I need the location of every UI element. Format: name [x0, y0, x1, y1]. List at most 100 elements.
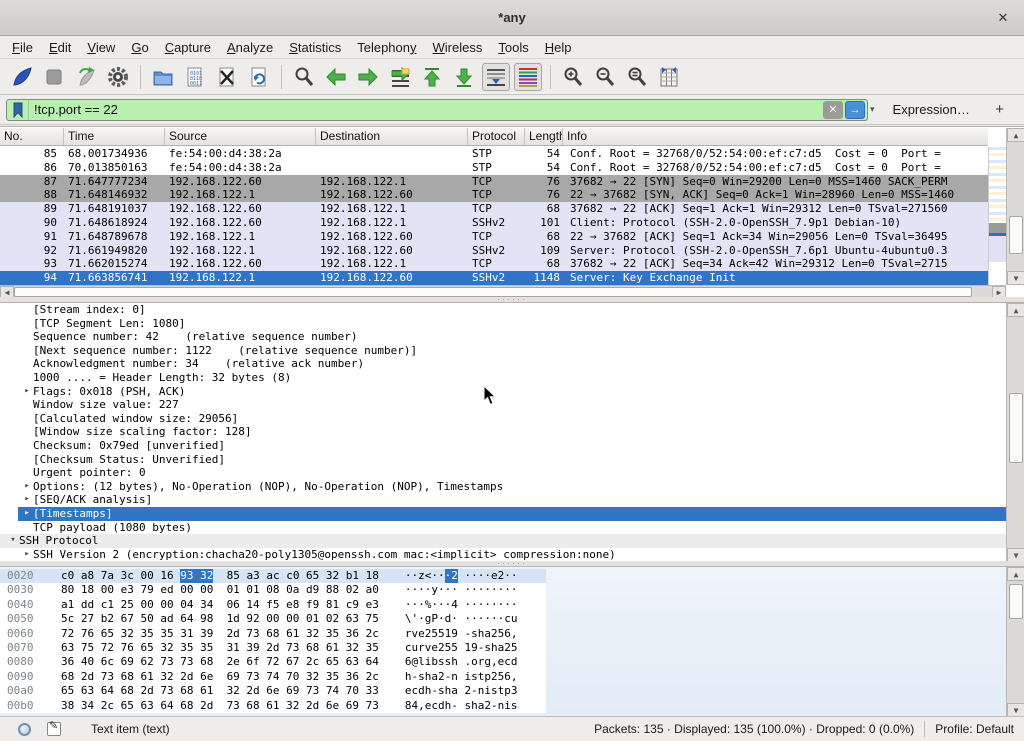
filter-bookmark-icon[interactable] — [7, 100, 29, 120]
menu-telephony[interactable]: Telephony — [349, 38, 424, 57]
expand-arrow-icon[interactable] — [21, 398, 33, 412]
expand-arrow-icon[interactable] — [21, 317, 33, 331]
detail-line[interactable]: [Calculated window size: 29056] — [0, 412, 1024, 426]
expand-arrow-icon[interactable] — [21, 425, 33, 439]
packet-row-87[interactable]: 8771.647777234192.168.122.60192.168.122.… — [0, 175, 988, 189]
column-header-time[interactable]: Time — [64, 128, 165, 145]
scroll-thumb[interactable] — [14, 287, 972, 297]
expand-arrow-icon[interactable] — [21, 439, 33, 453]
column-header-destination[interactable]: Destination — [316, 128, 468, 145]
profile-status[interactable]: Profile: Default — [935, 722, 1014, 736]
packet-list-vscrollbar[interactable]: ▲ ▼ — [1006, 128, 1024, 285]
scroll-down-icon[interactable]: ▼ — [1007, 271, 1024, 285]
packet-row-86[interactable]: 8670.013850163fe:54:00:d4:38:2aSTP54Conf… — [0, 161, 988, 175]
save-file-icon[interactable]: 010101100011 — [181, 63, 209, 91]
packet-row-93[interactable]: 9371.662015274192.168.122.60192.168.122.… — [0, 257, 988, 271]
expand-arrow-icon[interactable] — [21, 521, 33, 535]
capture-comment-icon[interactable]: ✎ — [47, 722, 61, 736]
menu-wireless[interactable]: Wireless — [425, 38, 491, 57]
zoom-out-icon[interactable] — [591, 63, 619, 91]
title-bar[interactable]: *any ✕ — [0, 0, 1024, 36]
expand-arrow-icon[interactable] — [21, 344, 33, 358]
menu-edit[interactable]: Edit — [41, 38, 79, 57]
scroll-thumb[interactable] — [1009, 584, 1023, 619]
expand-arrow-icon[interactable] — [21, 453, 33, 467]
expand-arrow-icon[interactable]: ▸ — [21, 493, 33, 507]
detail-line-seq-ack[interactable]: ▸[SEQ/ACK analysis] — [0, 493, 1024, 507]
detail-line[interactable]: Window size value: 227 — [0, 398, 1024, 412]
go-first-icon[interactable] — [418, 63, 446, 91]
stop-capture-icon[interactable] — [40, 63, 68, 91]
detail-line[interactable]: Checksum: 0x79ed [unverified] — [0, 439, 1024, 453]
menu-analyze[interactable]: Analyze — [219, 38, 281, 57]
detail-line[interactable]: Urgent pointer: 0 — [0, 466, 1024, 480]
detail-line-ssh-protocol[interactable]: ▾SSH Protocol — [0, 534, 1024, 548]
menu-file[interactable]: File — [4, 38, 41, 57]
bytes-vscrollbar[interactable]: ▲ ▼ — [1006, 567, 1024, 716]
detail-line[interactable]: [Next sequence number: 1122 (relative se… — [0, 344, 1024, 358]
hex-row-0030[interactable]: 003080 18 00 e3 79 ed 00 00 01 01 08 0a … — [0, 583, 546, 597]
colorize-icon[interactable] — [514, 63, 542, 91]
zoom-original-icon[interactable] — [623, 63, 651, 91]
menu-go[interactable]: Go — [123, 38, 156, 57]
detail-line[interactable]: 1000 .... = Header Length: 32 bytes (8) — [0, 371, 1024, 385]
scroll-thumb[interactable] — [1009, 216, 1023, 254]
detail-line[interactable]: [TCP Segment Len: 1080] — [0, 317, 1024, 331]
column-header-length[interactable]: Length — [525, 128, 563, 145]
find-packet-icon[interactable] — [290, 63, 318, 91]
go-forward-icon[interactable] — [354, 63, 382, 91]
auto-scroll-icon[interactable] — [482, 63, 510, 91]
detail-line-flags[interactable]: ▸Flags: 0x018 (PSH, ACK) — [0, 385, 1024, 399]
display-filter-field[interactable]: ✕ → — [6, 99, 868, 121]
collapse-arrow-icon[interactable]: ▾ — [7, 534, 19, 548]
hex-row-00b0[interactable]: 00b038 34 2c 65 63 64 68 2d 73 68 61 32 … — [0, 699, 546, 713]
hex-row-0060[interactable]: 006072 76 65 32 35 35 31 39 2d 73 68 61 … — [0, 627, 546, 641]
filter-apply-icon[interactable]: → — [845, 101, 865, 119]
column-header-no[interactable]: No. — [0, 128, 64, 145]
detail-vscrollbar[interactable]: ▲ ▼ — [1006, 303, 1024, 561]
open-file-icon[interactable] — [149, 63, 177, 91]
capture-options-icon[interactable] — [104, 63, 132, 91]
close-file-icon[interactable] — [213, 63, 241, 91]
scroll-up-icon[interactable]: ▲ — [1007, 567, 1024, 581]
add-filter-button[interactable]: + — [989, 101, 1010, 118]
expand-arrow-icon[interactable] — [21, 412, 33, 426]
column-header-protocol[interactable]: Protocol — [468, 128, 525, 145]
expand-arrow-icon[interactable] — [21, 371, 33, 385]
expand-arrow-icon[interactable]: ▸ — [21, 548, 33, 561]
expand-arrow-icon[interactable] — [21, 466, 33, 480]
hex-row-0070[interactable]: 007063 75 72 76 65 32 35 35 31 39 2d 73 … — [0, 641, 546, 655]
hex-row-0040[interactable]: 0040a1 dd c1 25 00 00 04 34 06 14 f5 e8 … — [0, 598, 546, 612]
packet-row-91[interactable]: 9171.648789678192.168.122.1192.168.122.6… — [0, 230, 988, 244]
expand-arrow-icon[interactable] — [21, 330, 33, 344]
go-to-packet-icon[interactable] — [386, 63, 414, 91]
column-header-info[interactable]: Info — [563, 128, 988, 145]
hex-row-00a0[interactable]: 00a065 63 64 68 2d 73 68 61 32 2d 6e 69 … — [0, 684, 546, 698]
menu-help[interactable]: Help — [537, 38, 580, 57]
expression-button[interactable]: Expression… — [893, 102, 970, 117]
expand-arrow-icon[interactable] — [21, 303, 33, 317]
detail-line[interactable]: [Checksum Status: Unverified] — [0, 453, 1024, 467]
detail-line[interactable]: [Window size scaling factor: 128] — [0, 425, 1024, 439]
packet-row-89[interactable]: 8971.648191037192.168.122.60192.168.122.… — [0, 202, 988, 216]
hex-row-0020[interactable]: 0020c0 a8 7a 3c 00 16 93 32 85 a3 ac c0 … — [0, 569, 546, 583]
scroll-down-icon[interactable]: ▼ — [1007, 548, 1024, 561]
resize-columns-icon[interactable] — [655, 63, 683, 91]
display-filter-input[interactable] — [29, 102, 823, 117]
zoom-in-icon[interactable] — [559, 63, 587, 91]
packet-row-90[interactable]: 9071.648618924192.168.122.60192.168.122.… — [0, 216, 988, 230]
detail-line-timestamps-selected[interactable]: ▸[Timestamps] — [0, 507, 1024, 521]
start-capture-icon[interactable] — [8, 63, 36, 91]
go-back-icon[interactable] — [322, 63, 350, 91]
expert-info-icon[interactable] — [18, 723, 31, 736]
packet-row-88[interactable]: 8871.648146932192.168.122.1192.168.122.6… — [0, 188, 988, 202]
scroll-up-icon[interactable]: ▲ — [1007, 128, 1024, 142]
menu-capture[interactable]: Capture — [157, 38, 219, 57]
packet-row-85[interactable]: 8568.001734936fe:54:00:d4:38:2aSTP54Conf… — [0, 147, 988, 161]
detail-line[interactable]: TCP payload (1080 bytes) — [0, 521, 1024, 535]
scroll-down-icon[interactable]: ▼ — [1007, 703, 1024, 716]
go-last-icon[interactable] — [450, 63, 478, 91]
scroll-up-icon[interactable]: ▲ — [1007, 303, 1024, 317]
menu-view[interactable]: View — [79, 38, 123, 57]
hex-row-0090[interactable]: 009068 2d 73 68 61 32 2d 6e 69 73 74 70 … — [0, 670, 546, 684]
